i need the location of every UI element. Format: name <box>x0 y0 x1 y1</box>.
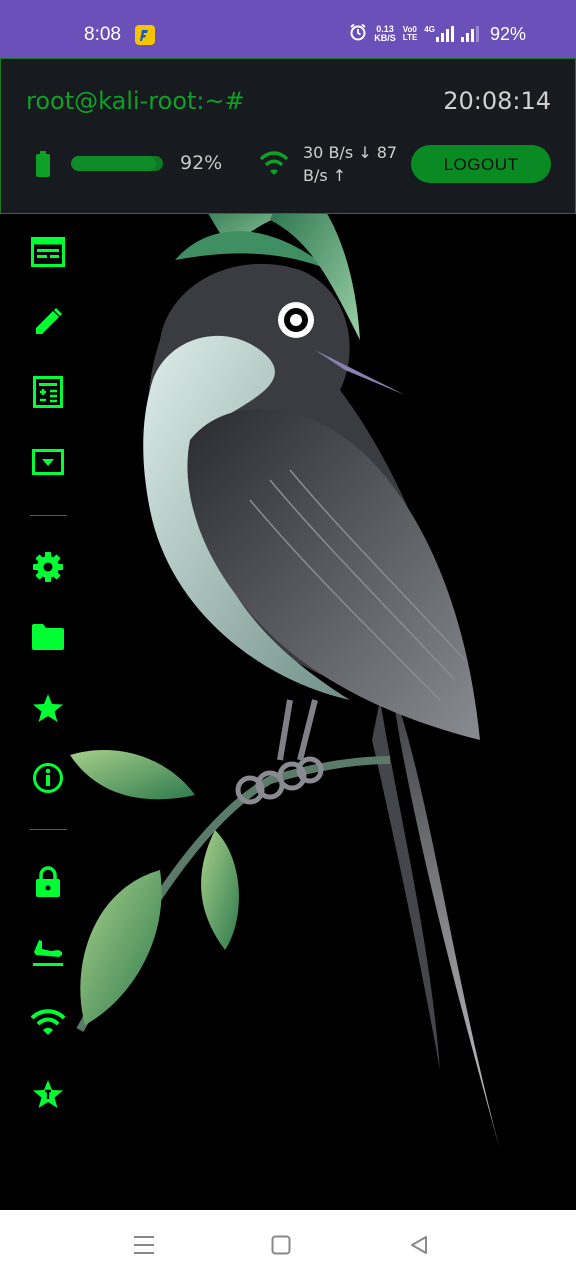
sidebar-item-badge[interactable] <box>30 1076 66 1112</box>
alarm-icon <box>349 23 367 46</box>
terminal-icon <box>31 237 65 267</box>
folder-icon <box>32 624 64 650</box>
sidebar-divider <box>30 829 67 830</box>
net-speed-indicator: 0.13 KB/S <box>374 25 396 43</box>
sidebar-item-favorites[interactable] <box>30 690 66 726</box>
header-clock: 20:08:14 <box>443 87 551 115</box>
dropdown-box-icon <box>32 449 64 475</box>
signal-4g-icon: 4G <box>424 26 454 42</box>
sidebar-item-calculator[interactable] <box>30 374 66 410</box>
home-button[interactable] <box>266 1230 296 1260</box>
status-bar: 8:08 0.13 KB/S Vo0 LTE 4G 92% <box>0 0 576 58</box>
flipkart-notification-icon <box>135 25 155 45</box>
system-navigation-bar <box>0 1210 576 1280</box>
network-label: 4G <box>424 25 435 34</box>
battery-icon <box>36 151 50 181</box>
lock-icon <box>36 866 60 897</box>
sidebar-item-wifi[interactable] <box>30 1004 66 1040</box>
gear-icon <box>33 552 63 582</box>
wifi-icon <box>30 1009 66 1035</box>
star-icon <box>33 694 63 722</box>
sidebar-item-settings[interactable] <box>30 549 66 585</box>
volte-indicator: Vo0 LTE <box>403 26 418 42</box>
signal-icon <box>460 26 479 42</box>
menu-icon <box>134 1236 154 1254</box>
sidebar-item-editor[interactable] <box>30 304 66 340</box>
back-button[interactable] <box>404 1230 434 1260</box>
star-badge-icon <box>33 1080 63 1108</box>
battery-progress <box>71 156 163 171</box>
terminal-header: root@kali-root:~# 20:08:14 92% 30 B/s ↓ … <box>0 58 576 214</box>
logout-button[interactable]: LOGOUT <box>411 145 551 183</box>
sidebar-item-dropdown[interactable] <box>30 444 66 480</box>
status-icons: 0.13 KB/S Vo0 LTE 4G 92% <box>349 22 526 46</box>
pencil-icon <box>36 307 63 334</box>
network-speed: 30 B/s ↓ 87 B/s ↑ <box>303 143 398 185</box>
sidebar-item-info[interactable] <box>30 760 66 796</box>
sidebar-item-lock[interactable] <box>30 864 66 900</box>
battery-progress-fill <box>71 156 156 171</box>
net-speed-unit: KB/S <box>374 33 396 43</box>
sidebar-item-airplane[interactable] <box>30 934 66 970</box>
status-battery: 92% <box>489 23 526 44</box>
calculator-icon <box>33 376 63 408</box>
info-icon <box>33 763 63 793</box>
wifi-signal-icon <box>259 149 289 181</box>
recent-apps-button[interactable] <box>129 1230 159 1260</box>
home-square-icon <box>271 1235 291 1255</box>
sidebar-item-files[interactable] <box>30 619 66 655</box>
battery-percent: 92% <box>180 152 223 174</box>
shell-prompt: root@kali-root:~# <box>26 87 245 115</box>
bird-wallpaper <box>70 170 500 1150</box>
sidebar-divider <box>30 515 67 516</box>
sidebar-item-terminal[interactable] <box>30 234 66 270</box>
back-triangle-icon <box>411 1236 427 1254</box>
airplane-landing-icon <box>33 940 63 966</box>
status-time: 8:08 <box>84 24 121 45</box>
volte-line2: LTE <box>402 33 418 42</box>
